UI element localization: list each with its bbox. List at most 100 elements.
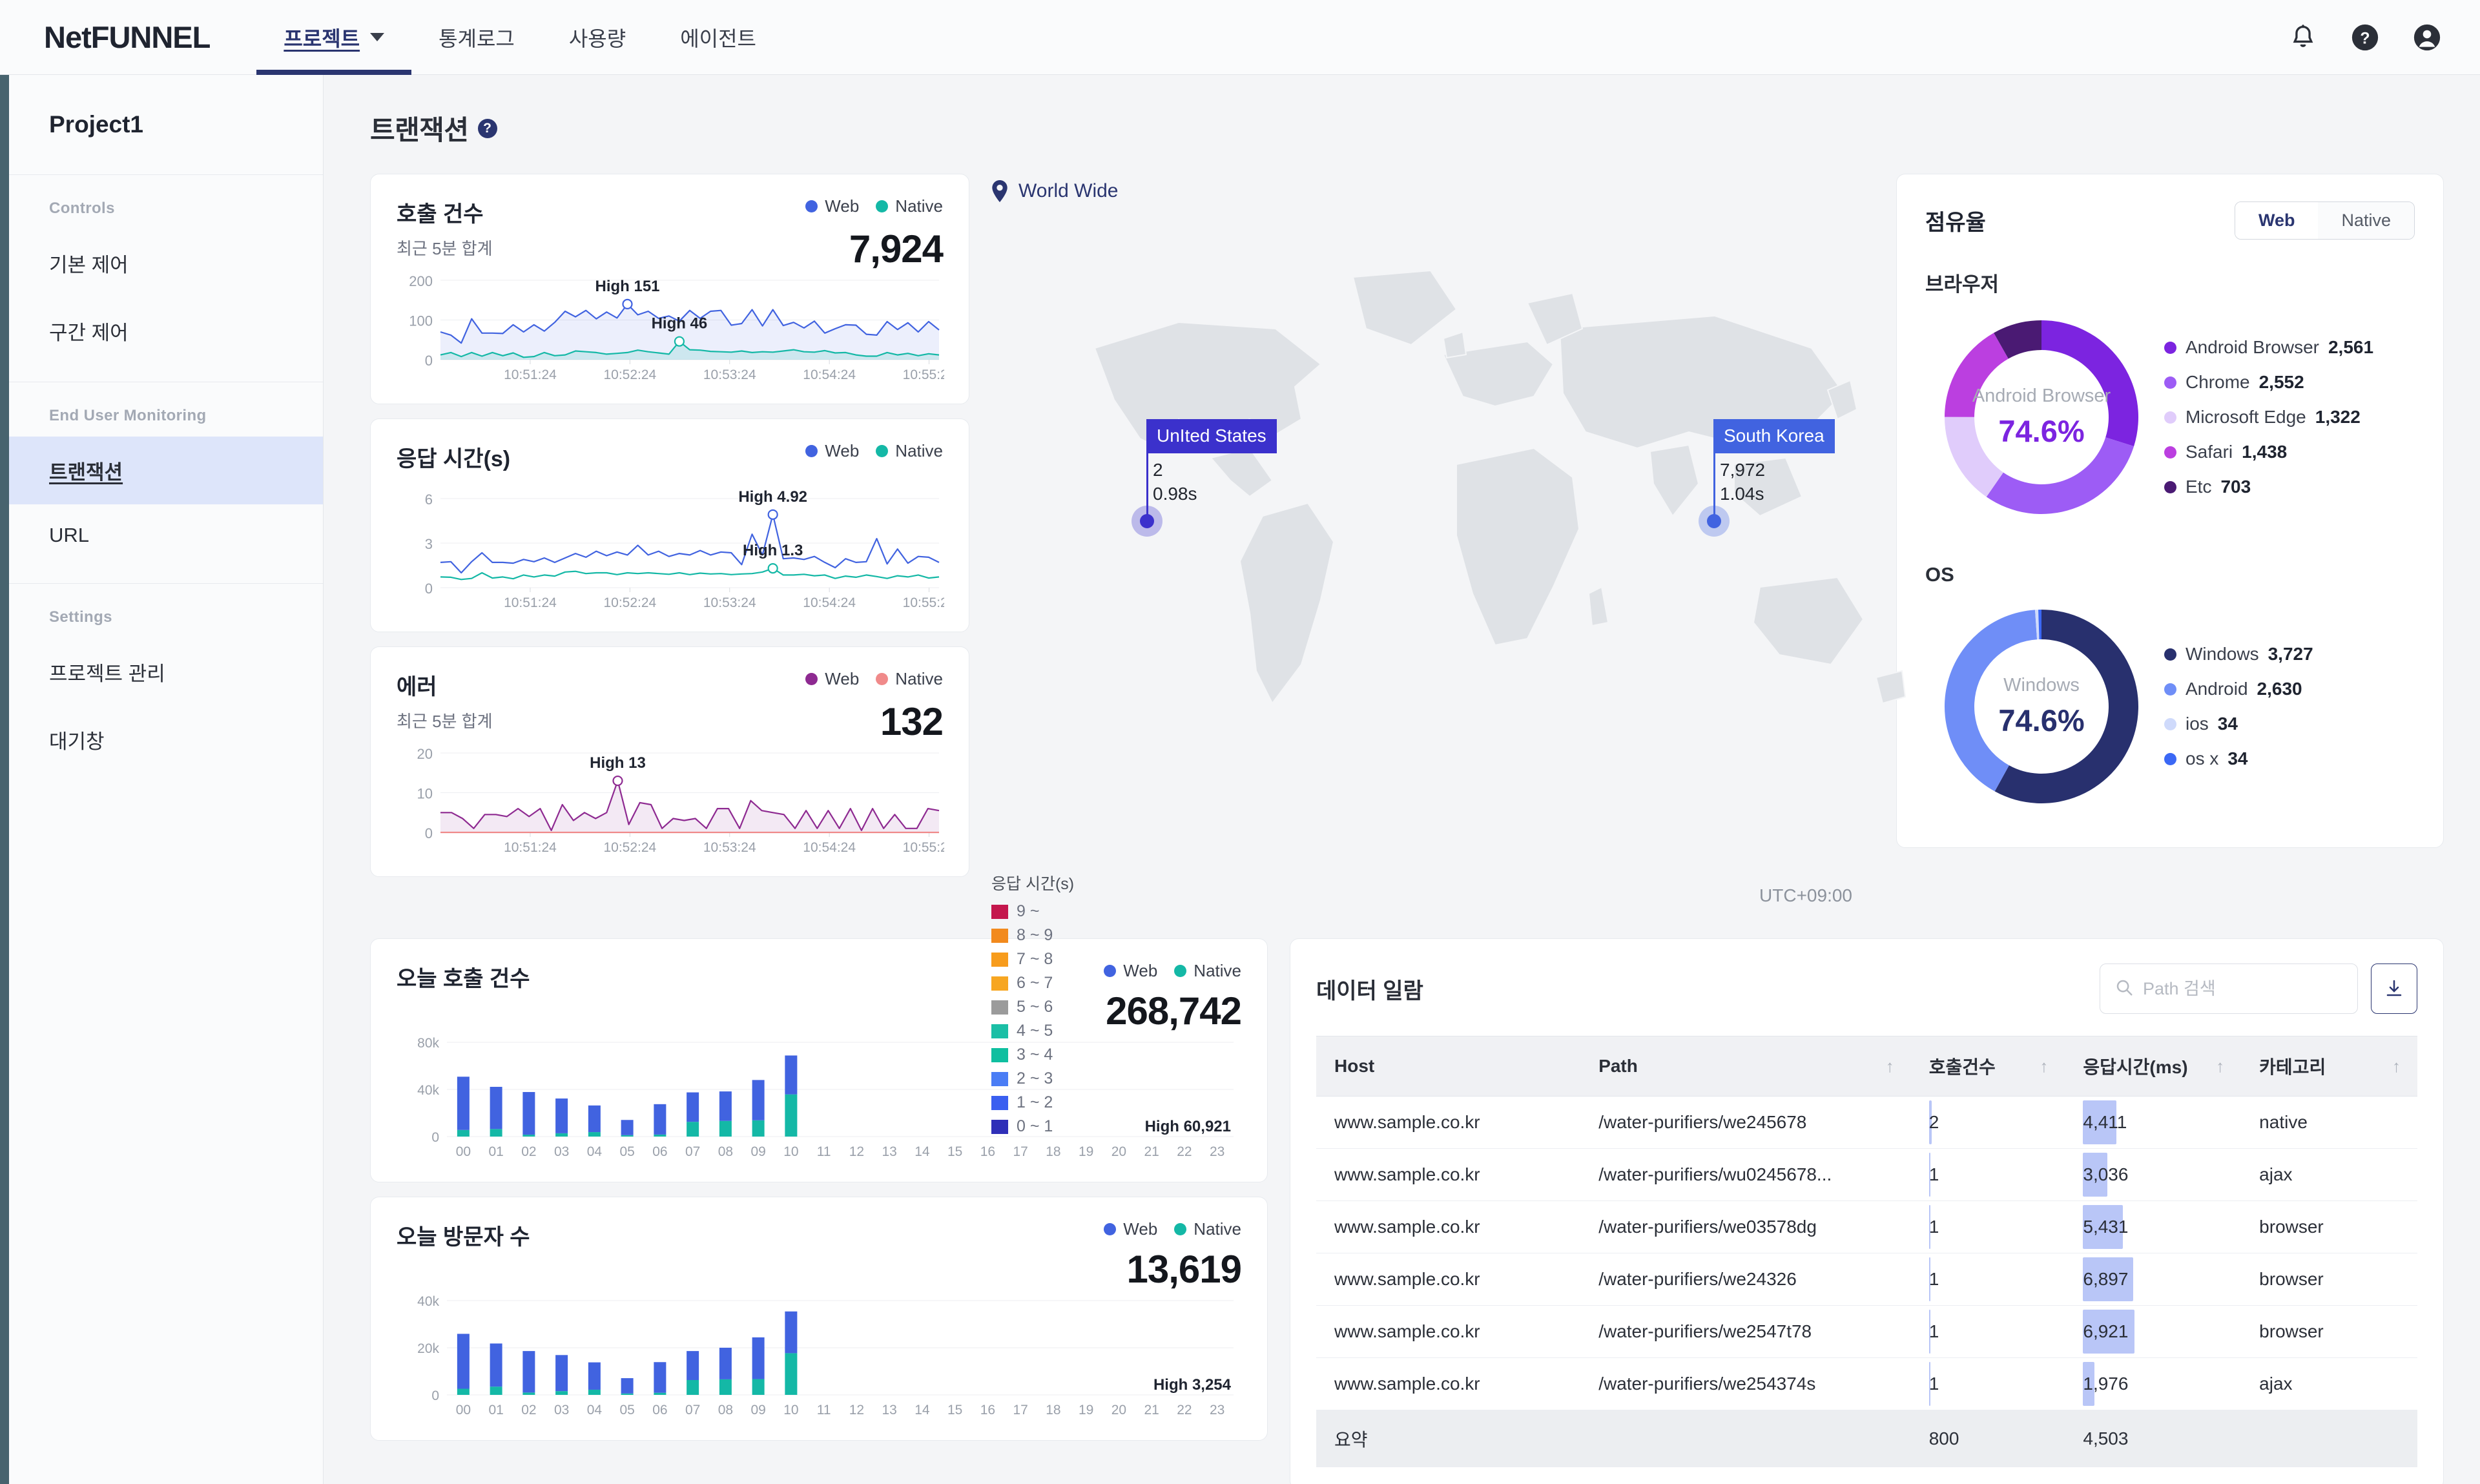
sidebar-project-name: Project1 [9, 75, 323, 175]
svg-text:19: 19 [1079, 1403, 1093, 1417]
legend-native: Native [876, 669, 943, 689]
card-title: 호출 건수 [397, 202, 484, 227]
svg-text:10:51:24: 10:51:24 [504, 367, 557, 382]
sort-asc-icon[interactable]: ↑ [2040, 1056, 2048, 1077]
os-donut-row: Windows 74.6% Windows 3,727 Android 2,630… [1925, 590, 2415, 823]
map-marker-kr[interactable] [1707, 514, 1721, 528]
sort-asc-icon[interactable]: ↑ [1886, 1056, 1894, 1077]
account-icon[interactable] [2410, 21, 2444, 54]
sidebar-item-label: URL [49, 524, 90, 546]
card-call-count: 호출 건수 최근 5분 합계 Web Native 7,924 0 100 20… [370, 174, 969, 404]
legend-label: Android Browser [2186, 337, 2319, 357]
world-map-graphic [1093, 269, 1906, 705]
app-body: Project1 Controls 기본 제어 구간 제어 End User Moni… [0, 75, 2480, 1484]
table-row[interactable]: www.sample.co.kr/water-purifiers/we24567… [1316, 1096, 2417, 1149]
legend-item: 8 ~ 9 [991, 926, 1095, 945]
nav-item-0[interactable]: 프로젝트 [256, 0, 411, 75]
legend-item: 6 ~ 7 [991, 974, 1095, 993]
svg-text:15: 15 [947, 1403, 962, 1417]
svg-text:40k: 40k [417, 1294, 439, 1309]
table-title: 데이터 일람 [1316, 978, 1423, 1004]
sidebar-group-label: Controls [49, 200, 115, 217]
table-header-2[interactable]: 호출건수 ↑ [1910, 1036, 2065, 1097]
table-row[interactable]: www.sample.co.kr/water-purifiers/we24326… [1316, 1253, 2417, 1306]
bar-chart-today-calls: 0 40k 80k 00 01 02 03 04 05 06 07 08 09 10 11 12 13 14 15 1… [397, 1033, 1241, 1162]
chart-legend: Web Native [805, 196, 943, 216]
table-row[interactable]: www.sample.co.kr/water-purifiers/we25437… [1316, 1357, 2417, 1410]
main-content: 트랜잭션 ? 호출 건수 최근 5분 합계 Web Native 7,924 0… [324, 75, 2480, 1484]
tab-web[interactable]: Web [2235, 202, 2319, 239]
legend-label: Microsoft Edge [2186, 407, 2306, 427]
search-input[interactable] [2143, 978, 2343, 999]
map-tooltip-us: UnIted States 2 0.98s [1132, 419, 1277, 537]
svg-text:04: 04 [587, 1403, 603, 1417]
sidebar-item-트랜잭션[interactable]: 트랜잭션 [9, 437, 323, 504]
bell-icon[interactable] [2286, 21, 2320, 54]
tab-native[interactable]: Native [2318, 202, 2414, 239]
svg-text:20k: 20k [417, 1341, 439, 1356]
legend-swatch [991, 1000, 1008, 1015]
legend-value: 703 [2220, 477, 2251, 497]
svg-text:High 4.92: High 4.92 [738, 490, 807, 506]
nav-item-2[interactable]: 사용량 [542, 0, 653, 75]
nav-item-label: 프로젝트 [284, 26, 360, 50]
sidebar-item-대기창[interactable]: 대기창 [9, 706, 323, 774]
nav-item-3[interactable]: 에이전트 [653, 0, 783, 75]
card-response-time: 응답 시간(s) Web Native 0 3 6 10:51:24 10:52:24 1… [370, 418, 969, 632]
svg-text:10:54:24: 10:54:24 [803, 595, 856, 610]
svg-text:10:54:24: 10:54:24 [803, 367, 856, 382]
map-tooltip-kr: South Korea 7,972 1.04s [1699, 419, 1835, 537]
table-row[interactable]: www.sample.co.kr/water-purifiers/we03578… [1316, 1201, 2417, 1253]
chevron-down-icon[interactable] [370, 33, 385, 41]
bar-chart-today-visitors: 0 20k 40k 00 01 02 03 04 05 06 07 08 09 10 11 12 13 14 15 1… [397, 1292, 1241, 1421]
cell-calls: 1 [1910, 1201, 2065, 1253]
share-type-toggle[interactable]: Web Native [2234, 201, 2415, 240]
legend-item: Chrome 2,552 [2164, 372, 2373, 393]
sidebar-item-URL[interactable]: URL [9, 504, 323, 566]
chart-legend: Web Native [805, 669, 943, 689]
legend-label: 9 ~ [1017, 902, 1040, 920]
svg-text:10:55:24: 10:55:24 [903, 367, 944, 382]
sidebar-item-구간 제어[interactable]: 구간 제어 [9, 297, 323, 365]
summary-label: 요약 [1316, 1410, 1581, 1467]
dashboard-row-top: 호출 건수 최근 5분 합계 Web Native 7,924 0 100 20… [370, 174, 2444, 1135]
download-icon[interactable] [2371, 964, 2417, 1014]
sort-asc-icon[interactable]: ↑ [2392, 1056, 2401, 1077]
tooltip-country: South Korea [1713, 419, 1835, 453]
svg-text:10:51:24: 10:51:24 [504, 595, 557, 610]
table-row[interactable]: www.sample.co.kr/water-purifiers/we2547t… [1316, 1305, 2417, 1358]
search-box[interactable] [2100, 964, 2358, 1014]
nav-item-1[interactable]: 통계로그 [411, 0, 542, 75]
map-marker-us[interactable] [1140, 514, 1154, 528]
sort-asc-icon[interactable]: ↑ [2216, 1056, 2224, 1077]
svg-text:06: 06 [652, 1403, 667, 1417]
card-total-value: 7,924 [849, 227, 944, 271]
svg-text:14: 14 [914, 1144, 930, 1159]
page-help-icon[interactable]: ? [477, 118, 497, 138]
legend-swatch [2164, 648, 2176, 661]
legend-label: Windows [2186, 644, 2259, 664]
cell-category: ajax [2241, 1148, 2417, 1201]
legend-value: 2,561 [2328, 337, 2374, 357]
cell-calls: 1 [1910, 1253, 2065, 1306]
cell-response-time: 4,411 [2065, 1096, 2242, 1149]
svg-text:17: 17 [1013, 1144, 1028, 1159]
line-chart-response-time: 0 3 6 10:51:24 10:52:24 10:53:24 10:54:24 10:55… [397, 490, 944, 612]
sidebar-item-프로젝트 관리[interactable]: 프로젝트 관리 [9, 638, 323, 706]
help-icon[interactable]: ? [2348, 21, 2382, 54]
legend-web: Web [805, 669, 859, 689]
legend-swatch [991, 952, 1008, 967]
legend-label: 5 ~ 6 [1017, 998, 1053, 1016]
table-row[interactable]: www.sample.co.kr/water-purifiers/wu02456… [1316, 1148, 2417, 1201]
sidebar-item-기본 제어[interactable]: 기본 제어 [9, 229, 323, 297]
chart-legend: Web Native [805, 441, 943, 461]
legend-label: 7 ~ 8 [1017, 950, 1053, 968]
legend-label: Etc [2186, 477, 2212, 497]
legend-title: 응답 시간(s) [991, 875, 1075, 893]
legend-item: Windows 3,727 [2164, 644, 2313, 665]
table-header-1[interactable]: Path ↑ [1580, 1036, 1911, 1097]
svg-text:20: 20 [1111, 1403, 1126, 1417]
table-header-3[interactable]: 응답시간(ms) ↑ [2065, 1036, 2242, 1097]
table-header-4[interactable]: 카테고리 ↑ [2241, 1036, 2417, 1097]
legend-item: Safari 1,438 [2164, 442, 2373, 462]
